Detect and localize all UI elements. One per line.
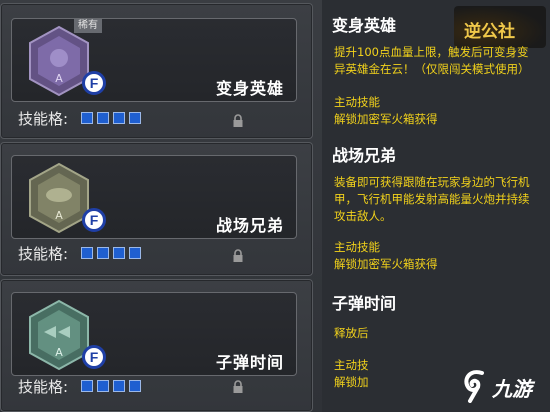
detail-skill-type: 主动技能 — [334, 240, 380, 254]
skill-slot — [129, 112, 141, 124]
skill-slot — [97, 112, 109, 124]
rare-tag: 稀有 — [74, 19, 102, 33]
svg-text:A: A — [55, 72, 63, 85]
skill-slot — [97, 380, 109, 392]
skill-name: 子弹时间 — [215, 353, 284, 372]
f-key-badge: F — [82, 345, 106, 369]
skill-slot — [81, 380, 93, 392]
skill-slots — [81, 380, 141, 392]
detail-desc-line: 提升100点血量上限，触发后可变身变 — [334, 45, 529, 59]
lock-icon — [233, 380, 243, 393]
skill-slot-label: 技能格: — [18, 245, 69, 263]
skill-card-frame: A F 战场兄弟 — [11, 155, 297, 239]
skill-slot — [113, 112, 125, 124]
f-key-badge: F — [82, 71, 106, 95]
detail-skill-type: 主动技 — [334, 358, 369, 372]
skill-slot-label: 技能格: — [18, 110, 69, 128]
f-key-badge: F — [82, 208, 106, 232]
skill-slot — [81, 112, 93, 124]
skill-slot — [81, 247, 93, 259]
logo-text: 九游 — [492, 377, 532, 401]
skill-name: 变身英雄 — [215, 79, 284, 98]
skill-name: 战场兄弟 — [215, 216, 284, 235]
detail-title: 变身英雄 — [332, 16, 397, 35]
skill-card-bullet-time[interactable]: A F 子弹时间 技能格: — [0, 279, 313, 412]
lock-icon — [233, 249, 243, 262]
skill-slot — [113, 247, 125, 259]
detail-title: 子弹时间 — [332, 294, 397, 313]
detail-title: 战场兄弟 — [332, 146, 397, 165]
svg-text:A: A — [55, 209, 63, 222]
detail-skill-type: 主动技能 — [334, 95, 380, 109]
detail-skill-source: 解锁加 — [334, 375, 369, 389]
skill-card-frame: A 稀有 F 变身英雄 — [11, 18, 297, 102]
skill-slot — [129, 247, 141, 259]
detail-desc-line: 释放后 — [334, 326, 369, 340]
detail-desc-line: 攻击敌人。 — [334, 209, 392, 223]
logo-text: 逆公社 — [464, 22, 515, 42]
skill-slot — [97, 247, 109, 259]
skill-card-hero-transform[interactable]: A 稀有 F 变身英雄 技能格: — [0, 3, 313, 139]
site-logo-bottom: 九游 — [460, 362, 548, 408]
detail-skill-source: 解锁加密军火箱获得 — [334, 257, 438, 271]
skill-card-frame: A F 子弹时间 — [11, 292, 297, 376]
skill-card-battle-brother[interactable]: A F 战场兄弟 技能格: — [0, 142, 313, 276]
site-logo-top: 逆公社 — [454, 6, 546, 48]
skill-slot — [129, 380, 141, 392]
nine-game-logo-icon — [464, 370, 484, 403]
detail-desc-line: 装备即可获得跟随在玩家身边的飞行机 — [334, 175, 530, 189]
skill-detail-panel: 逆公社 变身英雄 提升100点血量上限，触发后可变身变 异英雄金在云！（仅限闯关… — [322, 0, 550, 412]
svg-text:A: A — [55, 346, 63, 359]
skill-slot-label: 技能格: — [18, 378, 69, 396]
skill-slots — [81, 112, 141, 124]
detail-skill-source: 解锁加密军火箱获得 — [334, 112, 438, 126]
detail-desc-line: 异英雄金在云！（仅限闯关模式使用） — [334, 62, 530, 76]
detail-desc-line: 甲，飞行机甲能发射高能量火炮并持续 — [334, 192, 530, 206]
lock-icon — [233, 114, 243, 127]
skill-slot — [113, 380, 125, 392]
skill-list-panel: A 稀有 F 变身英雄 技能格: A F 战场兄弟 技能格: A F 子弹时间 … — [0, 0, 322, 412]
skill-slots — [81, 247, 141, 259]
